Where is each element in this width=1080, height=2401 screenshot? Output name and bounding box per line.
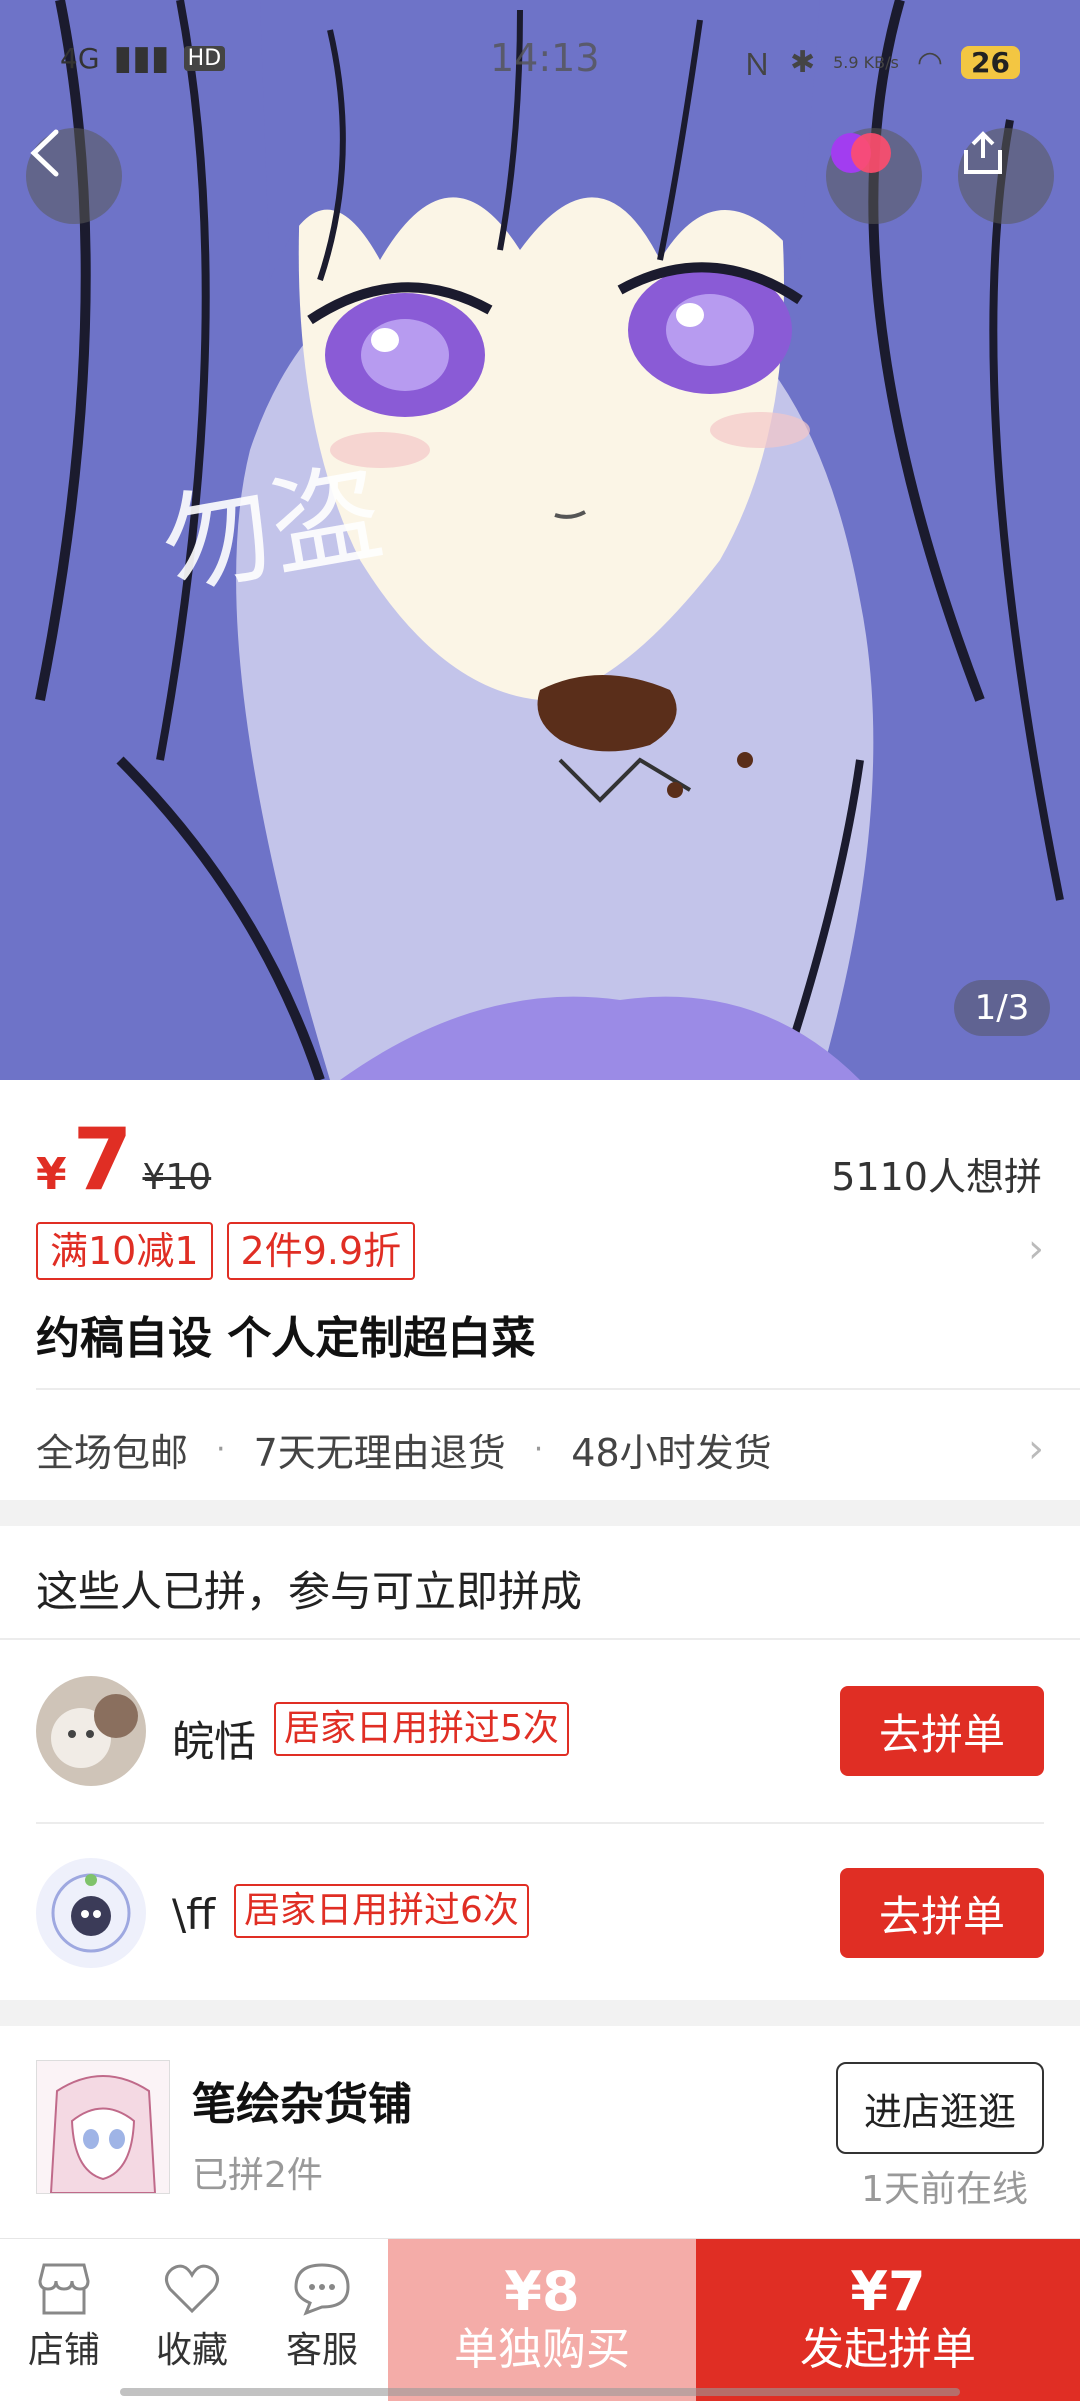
nav-label: 收藏 <box>155 2330 228 2371</box>
bottom-action-bar: 店铺 收藏 客服 ¥8 单独购买 ¥7 发起拼单 <box>0 2238 1080 2401</box>
service-guarantees[interactable]: 全场包邮 · 7天无理由退货 · 48小时发货 <box>36 1422 772 1477</box>
shop-name[interactable]: 笔绘杂货铺 <box>192 2068 412 2132</box>
bluetooth-icon: ✱ <box>789 44 816 80</box>
separator-dot: · <box>533 1432 544 1467</box>
avatar <box>36 1858 146 1968</box>
product-title: 约稿自设 个人定制超白菜 <box>36 1313 536 1364</box>
back-button[interactable] <box>26 128 122 224</box>
home-indicator[interactable] <box>120 2388 960 2396</box>
chevron-left-icon <box>30 129 59 177</box>
price-row: ¥ 7 ¥10 <box>36 1110 211 1210</box>
service-item: 全场包邮 <box>36 1431 189 1475</box>
wifi-icon: ◠ <box>916 44 944 80</box>
buy-alone-button[interactable]: ¥8 单独购买 <box>388 2239 696 2401</box>
original-price: ¥10 <box>142 1157 212 1198</box>
avatar <box>36 1676 146 1786</box>
divider <box>36 1388 1080 1390</box>
network-indicator: 4G <box>60 41 100 75</box>
group-price: 7 <box>72 1110 133 1210</box>
shop-online-status: 1天前在线 <box>861 2169 1028 2210</box>
service-item: 48小时发货 <box>571 1431 772 1475</box>
join-group-button[interactable]: 去拼单 <box>840 1686 1044 1776</box>
member-name: \ff <box>172 1890 216 1939</box>
group-buy-label: 发起拼单 <box>800 2324 976 2375</box>
service-item: 7天无理由退货 <box>253 1431 506 1475</box>
join-group-button[interactable]: 去拼单 <box>840 1868 1044 1958</box>
currency-symbol: ¥ <box>36 1149 67 1200</box>
nav-customer-service[interactable]: 客服 <box>262 2257 382 2373</box>
nav-favorite[interactable]: 收藏 <box>132 2257 252 2373</box>
enter-shop-button[interactable]: 进店逛逛 <box>836 2062 1044 2154</box>
promo-tags[interactable]: 满10减1 2件9.9折 <box>36 1222 416 1280</box>
chevron-right-icon[interactable]: › <box>1028 1426 1044 1472</box>
hd-badge: HD <box>183 45 226 71</box>
status-bar: 4G ▮▮▮ HD 14:13 Ｎ ✱ 5.9 KB/s ◠ 26 <box>0 0 1080 120</box>
store-icon <box>38 2263 90 2315</box>
live-logo-icon <box>831 133 891 173</box>
divider <box>36 1822 1044 1824</box>
group-member-row: \ff 居家日用拼过6次 去拼单 <box>36 1858 1044 1978</box>
battery-indicator: 26 <box>961 45 1020 79</box>
promo-tag[interactable]: 2件9.9折 <box>226 1222 416 1280</box>
chat-icon <box>294 2263 350 2316</box>
signal-icon: ▮▮▮ <box>113 38 170 78</box>
shop-logo[interactable] <box>36 2060 170 2194</box>
group-member-row: 皖恬 居家日用拼过5次 去拼单 <box>36 1676 1044 1796</box>
member-tag: 居家日用拼过5次 <box>274 1702 569 1756</box>
member-tag: 居家日用拼过6次 <box>234 1884 529 1938</box>
nav-label: 店铺 <box>27 2330 100 2371</box>
solo-label: 单独购买 <box>454 2324 630 2375</box>
promo-tag[interactable]: 满10减1 <box>36 1222 213 1280</box>
image-page-indicator: 1/3 <box>954 980 1050 1036</box>
share-icon <box>964 131 1002 174</box>
nav-store[interactable]: 店铺 <box>4 2257 124 2373</box>
divider <box>0 1638 1080 1640</box>
speed-readout: 5.9 KB/s <box>833 52 899 72</box>
separator-dot: · <box>216 1432 226 1467</box>
group-buy-title: 这些人已拼，参与可立即拼成 <box>36 1567 583 1616</box>
solo-price: ¥8 <box>504 2260 580 2323</box>
chevron-right-icon[interactable]: › <box>1028 1226 1044 1272</box>
start-group-buy-button[interactable]: ¥7 发起拼单 <box>696 2239 1080 2401</box>
group-buy-price: ¥7 <box>850 2260 926 2323</box>
want-count: 5110人想拼 <box>831 1155 1042 1199</box>
live-button[interactable] <box>826 128 922 224</box>
nfc-icon: Ｎ <box>741 48 772 83</box>
product-image-gallery[interactable]: 勿盗 4G ▮▮▮ HD 14:13 Ｎ ✱ 5.9 KB/s ◠ 26 1/3 <box>0 0 1080 1080</box>
heart-icon <box>165 2264 219 2314</box>
share-button[interactable] <box>958 128 1054 224</box>
clock: 14:13 <box>490 36 600 80</box>
shop-sold-count: 已拼2件 <box>192 2155 323 2196</box>
nav-label: 客服 <box>285 2330 358 2371</box>
member-name: 皖恬 <box>172 1717 257 1766</box>
